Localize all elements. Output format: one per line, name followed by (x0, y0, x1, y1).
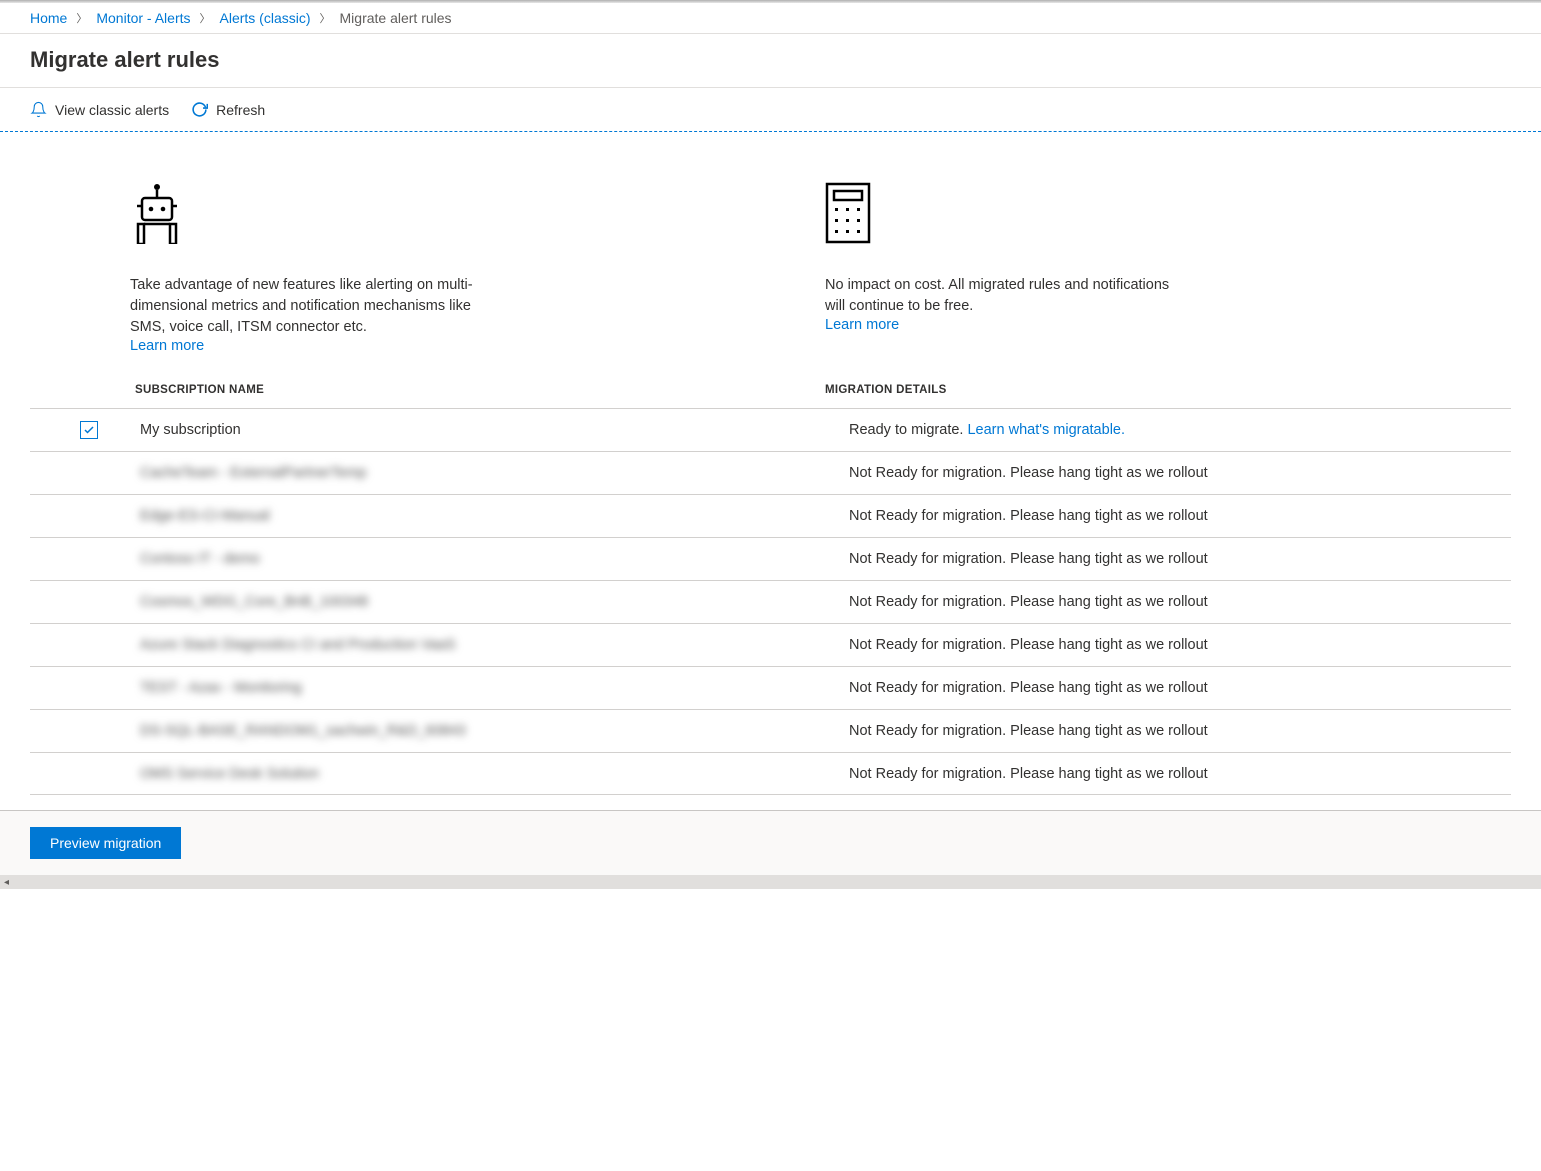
toolbar: View classic alerts Refresh (0, 88, 1541, 132)
breadcrumb: Home 〉 Monitor - Alerts 〉 Alerts (classi… (0, 3, 1541, 34)
view-classic-alerts-label: View classic alerts (55, 102, 169, 118)
info-panel-features: Take advantage of new features like aler… (130, 182, 475, 354)
subscription-name: Contoso IT - demo (135, 551, 260, 567)
page-title: Migrate alert rules (0, 34, 1541, 88)
calculator-icon (825, 182, 1170, 247)
subscription-name: Cosmos_WDG_Core_BnB_100348 (135, 594, 368, 610)
subscription-name: DS-SQL-BASE_RANDOM1_sachwin_R&D_60843 (135, 723, 466, 739)
subscription-name: OMS Service Desk Solution (135, 766, 319, 782)
info-features-text: Take advantage of new features like aler… (130, 275, 475, 338)
table-row[interactable]: CacheTeam - ExternalPartnerTemp Not Ready… (30, 451, 1511, 494)
migration-details: Not Ready for migration. Please hang tig… (825, 508, 1511, 524)
table-row[interactable]: DS-SQL-BASE_RANDOM1_sachwin_R&D_60843 Not… (30, 709, 1511, 752)
table-header: SUBSCRIPTION NAME MIGRATION DETAILS (30, 384, 1511, 408)
column-header-subscription-name: SUBSCRIPTION NAME (130, 384, 825, 396)
table-row[interactable]: My subscription Ready to migrate. Learn w… (30, 408, 1511, 451)
breadcrumb-monitor-alerts[interactable]: Monitor - Alerts (96, 10, 190, 26)
migration-details: Ready to migrate. Learn what's migratabl… (825, 422, 1511, 438)
table-row[interactable]: Contoso IT - demo Not Ready for migration… (30, 537, 1511, 580)
refresh-icon (191, 101, 208, 118)
refresh-button[interactable]: Refresh (191, 101, 265, 118)
column-header-migration-details: MIGRATION DETAILS (825, 384, 1511, 396)
checkbox[interactable] (80, 421, 98, 439)
table-row[interactable]: Cosmos_WDG_Core_BnB_100348 Not Ready for … (30, 580, 1511, 623)
preview-migration-button[interactable]: Preview migration (30, 827, 181, 859)
subscriptions-table: SUBSCRIPTION NAME MIGRATION DETAILS My s… (0, 384, 1541, 795)
chevron-right-icon: 〉 (76, 10, 87, 26)
migration-details: Not Ready for migration. Please hang tig… (825, 680, 1511, 696)
footer-bar: Preview migration (0, 810, 1541, 875)
subscription-name: My subscription (135, 422, 241, 438)
migration-details: Not Ready for migration. Please hang tig… (825, 551, 1511, 567)
learn-more-features-link[interactable]: Learn more (130, 338, 204, 354)
subscription-name: Edge-ES-CI-Manual (135, 508, 270, 524)
migration-details: Not Ready for migration. Please hang tig… (825, 637, 1511, 653)
view-classic-alerts-button[interactable]: View classic alerts (30, 101, 169, 118)
info-panel-cost: No impact on cost. All migrated rules an… (825, 182, 1170, 354)
info-panels: Take advantage of new features like aler… (0, 132, 1541, 384)
migration-details: Not Ready for migration. Please hang tig… (825, 766, 1511, 782)
learn-more-cost-link[interactable]: Learn more (825, 317, 899, 333)
subscription-name: TEST - Azax - Monitoring (135, 680, 302, 696)
chevron-right-icon: 〉 (200, 10, 211, 26)
info-cost-text: No impact on cost. All migrated rules an… (825, 275, 1170, 317)
breadcrumb-alerts-classic[interactable]: Alerts (classic) (220, 10, 311, 26)
refresh-label: Refresh (216, 102, 265, 118)
chevron-right-icon: 〉 (320, 10, 331, 26)
bottom-strip: ◂ (0, 875, 1541, 889)
table-row[interactable]: Azure Stack Diagnostics CI and Productio… (30, 623, 1511, 666)
subscription-name: Azure Stack Diagnostics CI and Productio… (135, 637, 456, 653)
migration-details: Not Ready for migration. Please hang tig… (825, 723, 1511, 739)
table-row[interactable]: TEST - Azax - Monitoring Not Ready for mi… (30, 666, 1511, 709)
bell-icon (30, 101, 47, 118)
breadcrumb-home[interactable]: Home (30, 10, 67, 26)
learn-migratable-link[interactable]: Learn what's migratable. (967, 422, 1125, 438)
subscription-name: CacheTeam - ExternalPartnerTemp (135, 465, 366, 481)
breadcrumb-current: Migrate alert rules (340, 10, 452, 26)
table-row[interactable]: OMS Service Desk Solution Not Ready for m… (30, 752, 1511, 795)
robot-icon (130, 182, 475, 247)
migration-details: Not Ready for migration. Please hang tig… (825, 594, 1511, 610)
triangle-left-icon: ◂ (4, 877, 9, 888)
migration-details: Not Ready for migration. Please hang tig… (825, 465, 1511, 481)
table-row[interactable]: Edge-ES-CI-Manual Not Ready for migration… (30, 494, 1511, 537)
